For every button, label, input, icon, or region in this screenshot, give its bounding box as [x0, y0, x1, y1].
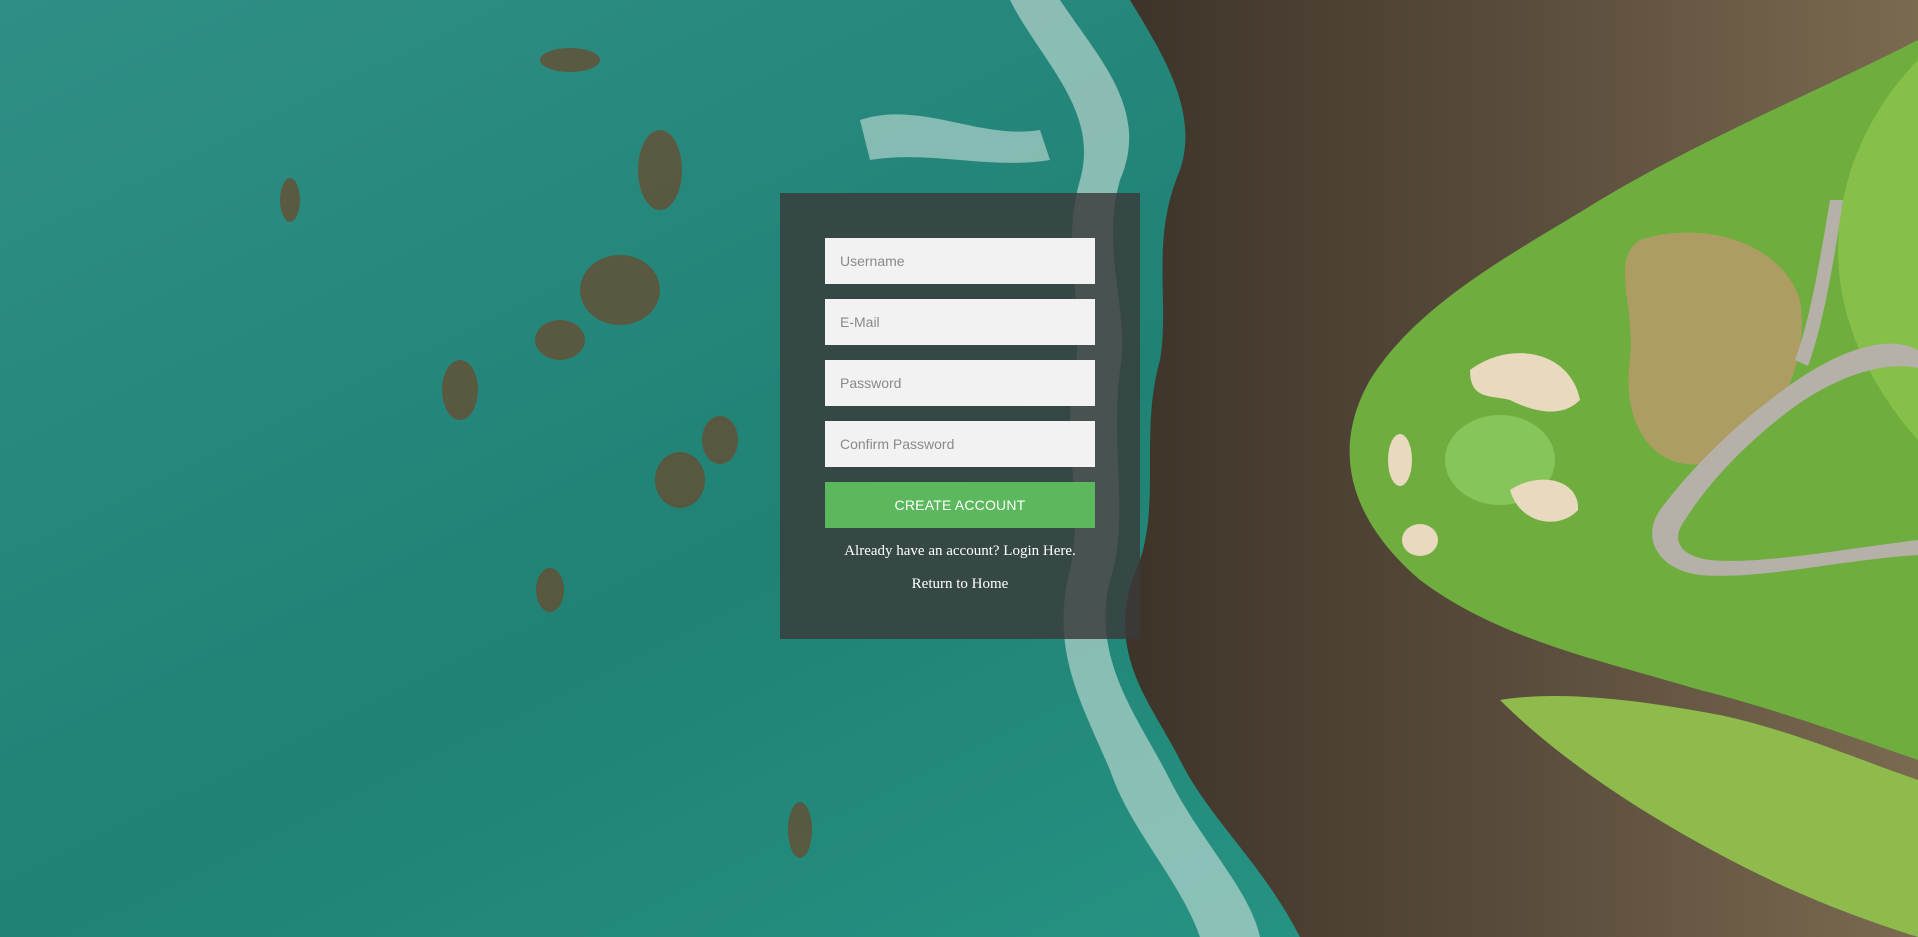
create-account-button[interactable]: CREATE ACCOUNT — [825, 482, 1095, 528]
login-prompt-row: Already have an account? Login Here. — [780, 543, 1140, 560]
username-input[interactable] — [825, 238, 1095, 284]
confirm-password-input[interactable] — [825, 421, 1095, 467]
email-input[interactable] — [825, 299, 1095, 345]
password-input[interactable] — [825, 360, 1095, 406]
home-link-row: Return to Home — [780, 576, 1140, 593]
login-prompt-text: Already have an account? — [844, 543, 1000, 559]
return-home-link[interactable]: Return to Home — [912, 576, 1009, 592]
signup-panel: CREATE ACCOUNT Already have an account? … — [780, 193, 1140, 639]
login-link[interactable]: Login Here. — [1003, 543, 1075, 559]
